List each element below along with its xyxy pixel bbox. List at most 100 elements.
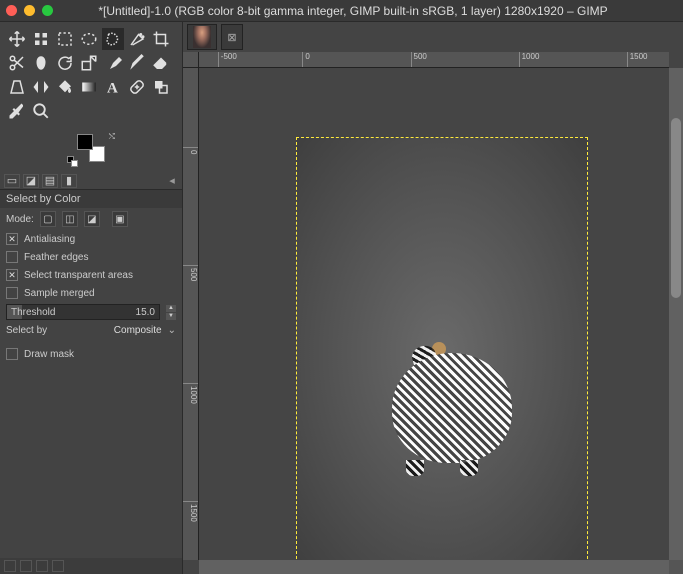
restore-preset-button[interactable]: [20, 560, 32, 572]
tool-rect-select-icon[interactable]: [54, 28, 76, 50]
mode-row: Mode: ▢ ◫ ◪ ▣: [0, 208, 182, 230]
options-bottom-strip: [0, 558, 182, 574]
tool-fuzzy-select-icon[interactable]: [126, 28, 148, 50]
navigation-button[interactable]: [669, 560, 683, 574]
tool-eraser-icon[interactable]: [150, 52, 172, 74]
selection-marching-ants: [382, 338, 522, 478]
draw-mask-label: Draw mask: [24, 349, 176, 360]
tool-color-picker-icon[interactable]: [6, 100, 28, 122]
threshold-slider[interactable]: Threshold 15.0: [6, 304, 160, 320]
draw-mask-checkbox[interactable]: [6, 348, 18, 360]
horizontal-scrollbar[interactable]: [199, 560, 669, 574]
sample-merged-row[interactable]: Sample merged: [0, 284, 182, 302]
dock-tab-tool-options[interactable]: ▭: [4, 174, 20, 188]
tool-ellipse-select-icon[interactable]: [78, 28, 100, 50]
threshold-spinner[interactable]: ▲ ▼: [166, 305, 176, 320]
canvas-area: ⊠ -500 0 500 1000 1500 0 500 1000 1500: [183, 22, 683, 574]
dock-tab-device[interactable]: ◪: [23, 174, 39, 188]
tool-scale-icon[interactable]: [78, 52, 100, 74]
ruler-h-tick: -500: [218, 52, 237, 67]
select-by-value: Composite: [114, 325, 162, 336]
feather-checkbox[interactable]: [6, 251, 18, 263]
toolbox-grid: A: [0, 22, 182, 126]
window-titlebar: *[Untitled]-1.0 (RGB color 8-bit gamma i…: [0, 0, 683, 22]
select-transparent-label: Select transparent areas: [24, 270, 176, 281]
dock-tab-images[interactable]: ▤: [42, 174, 58, 188]
select-by-label: Select by: [6, 325, 47, 336]
reset-preset-button[interactable]: [52, 560, 64, 572]
select-by-row[interactable]: Select by Composite ⌄: [0, 322, 182, 339]
dock-tab-bar: ▭ ◪ ▤ ▮ ◂: [0, 172, 182, 190]
window-title: *[Untitled]-1.0 (RGB color 8-bit gamma i…: [23, 4, 683, 18]
dock-tab-undo[interactable]: ▮: [61, 174, 77, 188]
tool-crop-icon[interactable]: [150, 28, 172, 50]
ruler-h-tick: 500: [411, 52, 427, 67]
tool-perspective-icon[interactable]: [6, 76, 28, 98]
threshold-row: Threshold 15.0 ▲ ▼: [0, 302, 182, 322]
tool-zoom-icon[interactable]: [30, 100, 52, 122]
tool-flip-icon[interactable]: [30, 76, 52, 98]
close-image-button[interactable]: ⊠: [221, 24, 243, 50]
default-colors-icon[interactable]: [67, 156, 75, 164]
color-indicator: ⤭: [0, 128, 182, 168]
canvas-viewport[interactable]: [199, 68, 669, 560]
ruler-v-tick: 0: [183, 147, 198, 154]
tool-clone-icon[interactable]: [150, 76, 172, 98]
draw-mask-row[interactable]: Draw mask: [0, 345, 182, 363]
dock-menu-icon[interactable]: ◂: [166, 175, 178, 187]
antialiasing-checkbox[interactable]: [6, 233, 18, 245]
select-transparent-row[interactable]: Select transparent areas: [0, 266, 182, 284]
tool-free-select-icon[interactable]: [102, 28, 124, 50]
tool-foreground-icon[interactable]: [30, 52, 52, 74]
ruler-v-tick: 500: [183, 265, 198, 281]
vertical-scrollbar[interactable]: [669, 68, 683, 560]
sample-merged-label: Sample merged: [24, 288, 176, 299]
ruler-v-tick: 1500: [183, 501, 198, 522]
tool-rotate-icon[interactable]: [54, 52, 76, 74]
select-transparent-checkbox[interactable]: [6, 269, 18, 281]
save-preset-button[interactable]: [4, 560, 16, 572]
feather-label: Feather edges: [24, 252, 176, 263]
tool-text-icon[interactable]: A: [102, 76, 124, 98]
mode-intersect-button[interactable]: ▣: [112, 211, 128, 227]
ruler-h-tick: 0: [302, 52, 309, 67]
close-window-button[interactable]: [6, 5, 17, 16]
canvas-image[interactable]: [297, 138, 587, 560]
tool-pencil-icon[interactable]: [126, 52, 148, 74]
ruler-v-tick: 1000: [183, 383, 198, 404]
delete-preset-button[interactable]: [36, 560, 48, 572]
spinner-up-icon[interactable]: ▲: [166, 305, 176, 312]
tool-scissors-icon[interactable]: [6, 52, 28, 74]
ruler-vertical[interactable]: 0 500 1000 1500: [183, 68, 199, 560]
image-tab[interactable]: [187, 24, 217, 50]
svg-text:A: A: [107, 80, 118, 96]
image-tabstrip: ⊠: [183, 22, 243, 52]
ruler-h-tick: 1500: [627, 52, 648, 67]
tool-gradient-icon[interactable]: [78, 76, 100, 98]
fg-color-swatch[interactable]: [77, 134, 93, 150]
mode-replace-button[interactable]: ▢: [40, 211, 56, 227]
sample-merged-checkbox[interactable]: [6, 287, 18, 299]
swap-colors-icon[interactable]: ⤭: [109, 132, 115, 142]
spinner-down-icon[interactable]: ▼: [166, 313, 176, 320]
tool-align-icon[interactable]: [30, 28, 52, 50]
image-tab-thumbnail: [193, 26, 211, 48]
antialiasing-label: Antialiasing: [24, 234, 176, 245]
mode-add-button[interactable]: ◫: [62, 211, 78, 227]
antialiasing-row[interactable]: Antialiasing: [0, 230, 182, 248]
ruler-origin[interactable]: [183, 52, 199, 68]
mode-subtract-button[interactable]: ◪: [84, 211, 100, 227]
threshold-value: 15.0: [136, 307, 155, 318]
tool-move-icon[interactable]: [6, 28, 28, 50]
tool-heal-icon[interactable]: [126, 76, 148, 98]
mode-label: Mode:: [6, 214, 34, 225]
tool-sidebar: A ⤭ ▭ ◪ ▤ ▮ ◂ Select by Color Mode:: [0, 22, 183, 574]
ruler-h-tick: 1000: [519, 52, 540, 67]
tool-bucket-icon[interactable]: [54, 76, 76, 98]
threshold-label: Threshold: [11, 307, 55, 318]
chevron-down-icon: ⌄: [168, 325, 176, 336]
ruler-horizontal[interactable]: -500 0 500 1000 1500: [199, 52, 669, 68]
tool-paintbrush-icon[interactable]: [102, 52, 124, 74]
feather-row[interactable]: Feather edges: [0, 248, 182, 266]
scrollbar-thumb[interactable]: [671, 118, 681, 298]
